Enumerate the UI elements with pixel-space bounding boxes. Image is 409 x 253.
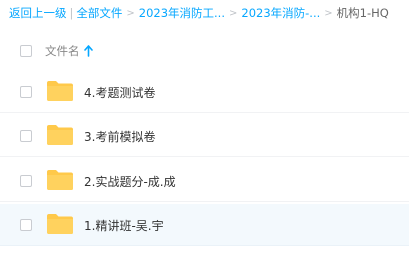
breadcrumb: 返回上一级 | 全部文件 > 2023年消防工... > 2023年消防-...… — [9, 5, 389, 21]
select-all-checkbox[interactable] — [20, 45, 32, 57]
breadcrumb-separator: > — [229, 7, 238, 19]
row-checkbox[interactable] — [20, 86, 32, 98]
file-row[interactable]: 3.考前模拟卷 — [0, 115, 409, 157]
breadcrumb-item-current: 机构1-HQ — [336, 6, 389, 20]
breadcrumb-divider: | — [69, 6, 74, 20]
folder-icon — [47, 125, 73, 145]
row-checkbox[interactable] — [20, 175, 32, 187]
file-row[interactable]: 4.考题测试卷 — [0, 71, 409, 113]
row-checkbox[interactable] — [20, 219, 32, 231]
column-header-name[interactable]: 文件名 — [45, 43, 93, 59]
breadcrumb-item-level2[interactable]: 2023年消防-... — [241, 5, 320, 21]
back-link[interactable]: 返回上一级 — [9, 5, 67, 21]
arrow-up-icon[interactable] — [83, 45, 93, 57]
file-list-header: 文件名 — [0, 38, 409, 64]
file-row[interactable]: 2.实战题分-成.成 — [0, 160, 409, 202]
breadcrumb-item-level1[interactable]: 2023年消防工... — [139, 5, 225, 21]
breadcrumb-separator: > — [126, 7, 135, 19]
breadcrumb-item-all-files[interactable]: 全部文件 — [76, 5, 122, 21]
row-checkbox[interactable] — [20, 130, 32, 142]
file-name[interactable]: 2.实战题分-成.成 — [84, 173, 176, 190]
file-row-selected[interactable]: 1.精讲班-吴.宇 — [0, 204, 409, 246]
column-header-name-label: 文件名 — [45, 44, 80, 58]
folder-icon — [47, 214, 73, 234]
folder-icon — [47, 170, 73, 190]
folder-icon — [47, 81, 73, 101]
file-name[interactable]: 1.精讲班-吴.宇 — [84, 217, 164, 234]
breadcrumb-separator: > — [324, 7, 333, 19]
file-name[interactable]: 4.考题测试卷 — [84, 84, 155, 101]
file-name[interactable]: 3.考前模拟卷 — [84, 128, 155, 145]
